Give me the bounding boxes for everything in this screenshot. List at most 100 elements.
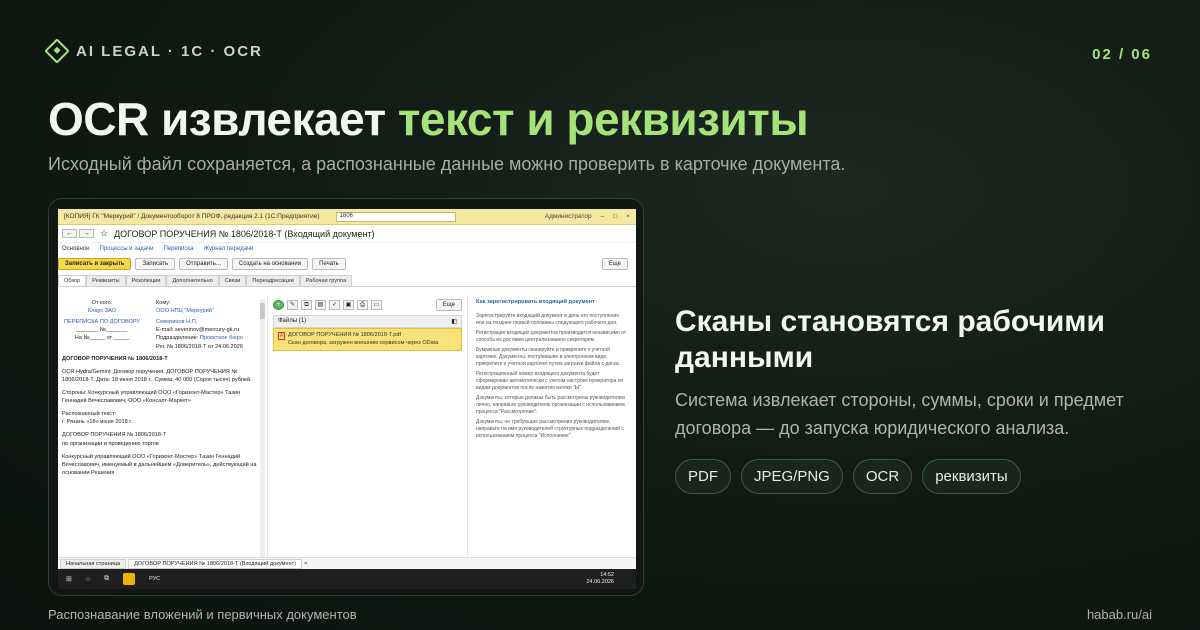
save-button[interactable]: Записать — [135, 258, 176, 270]
help-paragraph: Бумажные документы сканируйте и прикрепи… — [476, 346, 621, 367]
print-button[interactable]: Печать — [312, 258, 346, 270]
sign-icon[interactable]: ✓ — [329, 300, 340, 310]
command-bar: Записать и закрыть Записать Отправить...… — [58, 255, 636, 273]
document-body: От кого: Клаус ЗАО ПЕРЕПИСКА ПО ДОГОВОРУ… — [58, 295, 636, 561]
dept-value: Проектное бюро — [199, 335, 243, 342]
user-label: Администратор — [544, 213, 592, 220]
title-part: OCR извлекает — [48, 93, 398, 145]
preview-scrollbar[interactable] — [260, 299, 265, 557]
print-icon[interactable]: ⎙ — [357, 300, 368, 310]
clock-date: 24.06.2026 — [586, 579, 614, 585]
help-paragraph: Регистрационный номер входящего документ… — [476, 370, 624, 391]
help-title[interactable]: Как зарегистрировать входящий документ — [476, 299, 628, 307]
department-line: Подразделение: Проектное бюро — [156, 334, 243, 342]
recipient-block: Кому: ООО НПЦ "Меркурий" Северинов Н.П. … — [156, 299, 243, 351]
files-header: Файлы (1) ◧ — [273, 315, 462, 328]
to-value: ООО НПЦ "Меркурий" — [156, 308, 214, 315]
tab-links[interactable]: Связи — [218, 275, 247, 286]
parties-line: Стороны: Конкурсный управляющий ООО «Гор… — [62, 389, 241, 405]
window-title: [КОПИЯ] ГК "Меркурий" / Документооборот … — [64, 213, 320, 220]
file-row[interactable]: A ДОГОВОР ПОРУЧЕНИЯ № 1806/2018-Т.pdf Ск… — [273, 328, 462, 352]
logo-diamond-icon — [44, 38, 70, 64]
files-count: Файлы (1) — [278, 318, 307, 324]
tag-chip: OCR — [852, 459, 913, 494]
app-1c-icon[interactable] — [123, 573, 136, 585]
files-more-button[interactable]: Еще — [435, 299, 462, 311]
tab-additional[interactable]: Дополнительно — [166, 275, 219, 286]
files-panel: + ✎ ⧉ ▤ ✓ ▣ ⎙ ▭ Еще Файлы (1) ◧ A ДОГОВО… — [268, 295, 468, 561]
tag-chip: JPEG/PNG — [741, 459, 843, 494]
language-indicator[interactable]: РУС — [149, 576, 160, 582]
tag-chip: PDF — [675, 459, 731, 494]
email-line: E-mail: severinov@mercury-gk.ru — [156, 327, 240, 334]
tab-resolutions[interactable]: Резолюции — [125, 275, 167, 286]
sender-block: От кого: Клаус ЗАО ПЕРЕПИСКА ПО ДОГОВОРУ… — [62, 299, 142, 351]
section-links: Основное Процессы и задачи Переписка Жур… — [58, 243, 636, 255]
slide-counter: 02 / 06 — [1092, 46, 1152, 63]
recognized-subheading: по организации и проведению торгов — [62, 440, 159, 447]
tab-home[interactable]: Начальная страница — [60, 558, 127, 569]
tab-document[interactable]: ДОГОВОР ПОРУЧЕНИЯ № 1806/2018-Т (Входящи… — [128, 558, 303, 569]
maximize-icon[interactable]: □ — [613, 213, 617, 220]
brand-bar: AI LEGAL · 1C · OCR — [44, 38, 263, 64]
help-paragraph: Регистрация входящих документов производ… — [476, 329, 627, 343]
forward-arrow-icon[interactable]: → — [79, 229, 94, 238]
link-transfer-log[interactable]: Журнал передачи — [204, 246, 254, 252]
recognized-line: г. Рязань «18» июня 2018 г. — [62, 419, 133, 426]
help-paragraph: Документы, которые должны быть рассмотре… — [476, 394, 625, 415]
close-tab-icon[interactable]: × — [304, 561, 307, 567]
number-line: _______ №_______ — [76, 327, 128, 334]
pdf-file-icon: A — [278, 332, 285, 340]
preview-panel: От кого: Клаус ЗАО ПЕРЕПИСКА ПО ДОГОВОРУ… — [58, 295, 268, 561]
in-no-line: На №_____ от _____ — [74, 335, 130, 342]
close-icon[interactable]: × — [626, 213, 630, 220]
page-title: OCR извлекает текст и реквизиты — [48, 92, 809, 146]
more-button[interactable]: Еще — [601, 258, 628, 270]
tag-chip: реквизиты — [922, 459, 1021, 494]
title-accent: текст и реквизиты — [397, 93, 809, 145]
document-header: ← → ☆ ДОГОВОР ПОРУЧЕНИЯ № 1806/2018-Т (В… — [58, 225, 636, 243]
files-toolbar: + ✎ ⧉ ▤ ✓ ▣ ⎙ ▭ Еще — [273, 299, 462, 311]
search-input[interactable]: 1806 — [335, 211, 456, 222]
app-window: [КОПИЯ] ГК "Меркурий" / Документооборот … — [58, 209, 636, 589]
tab-overview[interactable]: Обзор — [58, 275, 87, 286]
add-file-icon[interactable]: + — [273, 300, 284, 310]
recognized-label: Распознанный текст: — [62, 411, 117, 418]
search-icon[interactable]: ○ — [86, 576, 90, 583]
minimize-icon[interactable]: – — [601, 213, 605, 220]
scan-icon[interactable]: ▭ — [371, 300, 382, 310]
recognized-heading: ДОГОВОР ПОРУЧЕНИЯ № 1806/2018-Т — [62, 432, 167, 439]
file-text: ДОГОВОР ПОРУЧЕНИЯ № 1806/2018-Т.pdf Скан… — [288, 332, 438, 347]
from-label: От кого: — [91, 300, 113, 306]
save-file-icon[interactable]: ▣ — [343, 300, 354, 310]
link-main[interactable]: Основное — [62, 246, 90, 252]
tab-requisites[interactable]: Реквизиты — [86, 275, 126, 286]
star-icon[interactable]: ☆ — [100, 228, 108, 239]
dept-label: Подразделение: — [156, 335, 199, 342]
document-tabs: Обзор Реквизиты Резолюции Дополнительно … — [58, 275, 636, 287]
recognized-body: Конкурсный управляющий ООО «Горизонт-Мас… — [62, 453, 257, 476]
save-close-button[interactable]: Записать и закрыть — [58, 258, 132, 270]
brand-label: AI LEGAL · 1C · OCR — [76, 42, 263, 60]
feature-description: Система извлекает стороны, суммы, сроки … — [675, 390, 1124, 438]
preview-heading: ДОГОВОР ПОРУЧЕНИЯ № 1806/2018-Т — [62, 355, 168, 362]
edit-icon[interactable]: ✎ — [287, 300, 298, 310]
window-titlebar: [КОПИЯ] ГК "Меркурий" / Документооборот … — [58, 209, 636, 225]
footer-caption: Распознавание вложений и первичных докум… — [48, 607, 357, 622]
back-arrow-icon[interactable]: ← — [62, 229, 77, 238]
tab-redirects[interactable]: Переадресации — [246, 275, 300, 286]
feature-heading: Сканы становятся рабочими данными — [675, 305, 1105, 374]
create-based-button[interactable]: Создать на основании — [231, 258, 309, 270]
nav-arrows: ← → — [62, 229, 94, 238]
send-button[interactable]: Отправить... — [179, 258, 228, 270]
open-icon[interactable]: ▤ — [315, 300, 326, 310]
address-block: От кого: Клаус ЗАО ПЕРЕПИСКА ПО ДОГОВОРУ… — [62, 299, 263, 351]
person-name: Северинов Н.П. — [156, 319, 198, 326]
link-correspondence[interactable]: Переписка — [163, 246, 193, 252]
link-processes[interactable]: Процессы и задачи — [100, 246, 154, 252]
start-icon[interactable]: ⊞ — [66, 575, 72, 583]
footer-url[interactable]: habab.ru/ai — [1087, 607, 1152, 622]
copy-icon[interactable]: ⧉ — [301, 300, 312, 310]
task-view-icon[interactable]: ⧉ — [104, 575, 109, 583]
tab-workgroup[interactable]: Рабочая группа — [299, 275, 353, 286]
